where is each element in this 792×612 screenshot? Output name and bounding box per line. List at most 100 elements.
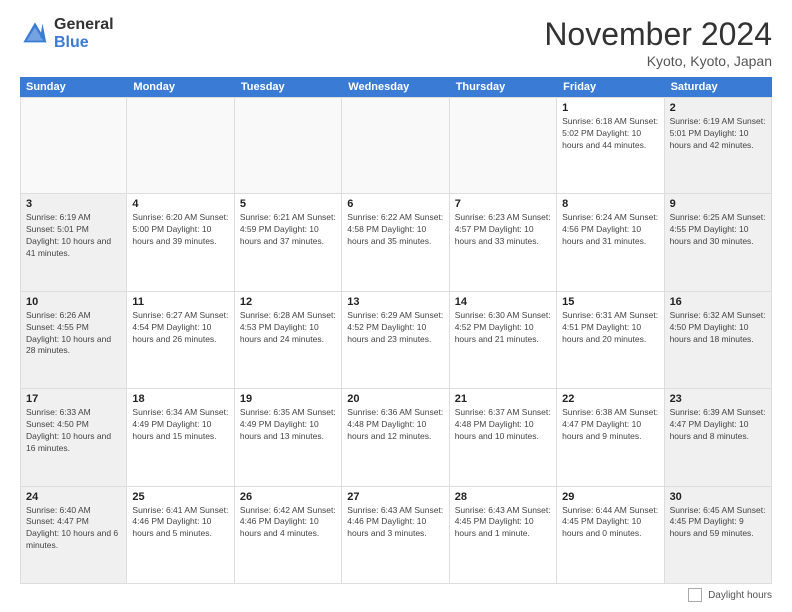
weekday-header: Wednesday [342,77,449,97]
calendar-cell: 21 Sunrise: 6:37 AM Sunset: 4:48 PM Dayli… [450,389,557,485]
calendar-cell: 15Sunrise: 6:31 AM Sunset: 4:51 PM Dayli… [557,292,664,388]
calendar-cell: 10 Sunrise: 6:26 AM Sunset: 4:55 PM Dayli… [20,292,127,388]
calendar-cell: 8Sunrise: 6:24 AM Sunset: 4:56 PM Daylig… [557,194,664,290]
day-number: 11 [132,296,228,308]
calendar-cell: 25 Sunrise: 6:41 AM Sunset: 4:46 PM Dayli… [127,487,234,583]
day-number: 13 [347,296,443,308]
day-number: 4 [132,198,228,210]
calendar-cell [235,98,342,193]
day-number: 14 [455,296,551,308]
calendar-cell: 3 Sunrise: 6:19 AM Sunset: 5:01 PM Daylig… [20,194,127,290]
weekday-header: Friday [557,77,664,97]
day-info: Sunrise: 6:35 AM Sunset: 4:49 PM Dayligh… [240,407,336,443]
day-info: Sunrise: 6:20 AM Sunset: 5:00 PM Dayligh… [132,212,228,248]
day-info: Sunrise: 6:32 AM Sunset: 4:50 PM Dayligh… [670,310,766,346]
day-number: 22 [562,393,658,405]
day-info: Sunrise: 6:22 AM Sunset: 4:58 PM Dayligh… [347,212,443,248]
day-number: 18 [132,393,228,405]
weekday-header: Sunday [20,77,127,97]
day-number: 1 [562,102,658,114]
day-info: Sunrise: 6:19 AM Sunset: 5:01 PM Dayligh… [670,116,766,152]
calendar-cell: 24 Sunrise: 6:40 AM Sunset: 4:47 PM Dayli… [20,487,127,583]
day-info: Sunrise: 6:41 AM Sunset: 4:46 PM Dayligh… [132,505,228,541]
weekday-header: Monday [127,77,234,97]
day-number: 15 [562,296,658,308]
day-info: Sunrise: 6:21 AM Sunset: 4:59 PM Dayligh… [240,212,336,248]
day-info: Sunrise: 6:26 AM Sunset: 4:55 PM Dayligh… [26,310,121,358]
day-number: 27 [347,491,443,503]
calendar-cell: 7Sunrise: 6:23 AM Sunset: 4:57 PM Daylig… [450,194,557,290]
header: General Blue November 2024 Kyoto, Kyoto,… [20,16,772,69]
day-info: Sunrise: 6:29 AM Sunset: 4:52 PM Dayligh… [347,310,443,346]
day-number: 10 [26,296,121,308]
calendar-cell: 27 Sunrise: 6:43 AM Sunset: 4:46 PM Dayli… [342,487,449,583]
day-number: 6 [347,198,443,210]
day-number: 9 [670,198,766,210]
calendar-row: 10 Sunrise: 6:26 AM Sunset: 4:55 PM Dayli… [20,292,772,389]
calendar-cell: 17Sunrise: 6:33 AM Sunset: 4:50 PM Dayli… [20,389,127,485]
location: Kyoto, Kyoto, Japan [544,53,772,69]
weekday-header: Saturday [665,77,772,97]
day-number: 23 [670,393,766,405]
calendar-cell: 18Sunrise: 6:34 AM Sunset: 4:49 PM Dayli… [127,389,234,485]
calendar-cell: 14 Sunrise: 6:30 AM Sunset: 4:52 PM Dayli… [450,292,557,388]
weekday-header: Tuesday [235,77,342,97]
day-info: Sunrise: 6:19 AM Sunset: 5:01 PM Dayligh… [26,212,121,260]
day-number: 16 [670,296,766,308]
day-info: Sunrise: 6:30 AM Sunset: 4:52 PM Dayligh… [455,310,551,346]
calendar-header: SundayMondayTuesdayWednesdayThursdayFrid… [20,77,772,97]
day-info: Sunrise: 6:25 AM Sunset: 4:55 PM Dayligh… [670,212,766,248]
day-number: 2 [670,102,766,114]
logo: General Blue [20,16,114,51]
calendar-cell: 9 Sunrise: 6:25 AM Sunset: 4:55 PM Daylig… [665,194,772,290]
calendar-cell: 1 Sunrise: 6:18 AM Sunset: 5:02 PM Daylig… [557,98,664,193]
calendar: SundayMondayTuesdayWednesdayThursdayFrid… [20,77,772,584]
calendar-row: 24 Sunrise: 6:40 AM Sunset: 4:47 PM Dayli… [20,487,772,584]
calendar-row: 17Sunrise: 6:33 AM Sunset: 4:50 PM Dayli… [20,389,772,486]
day-number: 24 [26,491,121,503]
month-title: November 2024 [544,16,772,53]
calendar-cell: 23 Sunrise: 6:39 AM Sunset: 4:47 PM Dayli… [665,389,772,485]
calendar-cell: 22 Sunrise: 6:38 AM Sunset: 4:47 PM Dayli… [557,389,664,485]
day-info: Sunrise: 6:44 AM Sunset: 4:45 PM Dayligh… [562,505,658,541]
legend-box [688,588,702,602]
day-number: 17 [26,393,121,405]
day-number: 8 [562,198,658,210]
calendar-cell: 13 Sunrise: 6:29 AM Sunset: 4:52 PM Dayli… [342,292,449,388]
day-info: Sunrise: 6:39 AM Sunset: 4:47 PM Dayligh… [670,407,766,443]
day-info: Sunrise: 6:37 AM Sunset: 4:48 PM Dayligh… [455,407,551,443]
calendar-cell [20,98,127,193]
calendar-cell: 11Sunrise: 6:27 AM Sunset: 4:54 PM Dayli… [127,292,234,388]
day-info: Sunrise: 6:40 AM Sunset: 4:47 PM Dayligh… [26,505,121,553]
calendar-body: 1 Sunrise: 6:18 AM Sunset: 5:02 PM Daylig… [20,97,772,584]
calendar-cell [342,98,449,193]
calendar-row: 3 Sunrise: 6:19 AM Sunset: 5:01 PM Daylig… [20,194,772,291]
day-number: 19 [240,393,336,405]
day-number: 26 [240,491,336,503]
day-info: Sunrise: 6:43 AM Sunset: 4:46 PM Dayligh… [347,505,443,541]
day-info: Sunrise: 6:43 AM Sunset: 4:45 PM Dayligh… [455,505,551,541]
day-info: Sunrise: 6:45 AM Sunset: 4:45 PM Dayligh… [670,505,766,541]
day-number: 21 [455,393,551,405]
logo-blue: Blue [54,34,114,52]
calendar-cell: 29 Sunrise: 6:44 AM Sunset: 4:45 PM Dayli… [557,487,664,583]
day-info: Sunrise: 6:28 AM Sunset: 4:53 PM Dayligh… [240,310,336,346]
day-number: 5 [240,198,336,210]
day-number: 20 [347,393,443,405]
title-block: November 2024 Kyoto, Kyoto, Japan [544,16,772,69]
day-number: 29 [562,491,658,503]
day-number: 7 [455,198,551,210]
day-number: 25 [132,491,228,503]
day-number: 28 [455,491,551,503]
calendar-cell [127,98,234,193]
calendar-cell [450,98,557,193]
day-info: Sunrise: 6:36 AM Sunset: 4:48 PM Dayligh… [347,407,443,443]
day-number: 3 [26,198,121,210]
legend-label: Daylight hours [708,590,772,601]
day-number: 12 [240,296,336,308]
day-info: Sunrise: 6:38 AM Sunset: 4:47 PM Dayligh… [562,407,658,443]
day-info: Sunrise: 6:18 AM Sunset: 5:02 PM Dayligh… [562,116,658,152]
calendar-cell: 6 Sunrise: 6:22 AM Sunset: 4:58 PM Daylig… [342,194,449,290]
calendar-cell: 12 Sunrise: 6:28 AM Sunset: 4:53 PM Dayli… [235,292,342,388]
calendar-row: 1 Sunrise: 6:18 AM Sunset: 5:02 PM Daylig… [20,97,772,194]
